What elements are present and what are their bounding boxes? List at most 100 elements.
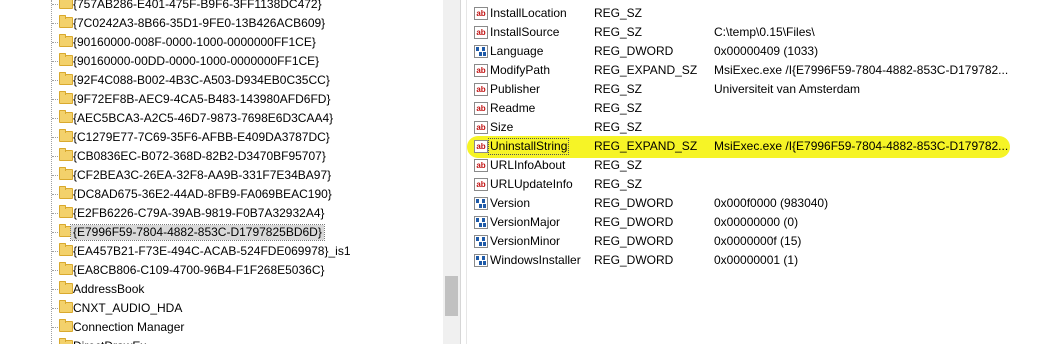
tree-item-label: AddressBook	[73, 282, 145, 296]
value-name: VersionMinor	[490, 234, 561, 248]
scrollbar-thumb[interactable]	[445, 276, 458, 316]
value-type: REG_DWORD	[594, 234, 674, 248]
binary-value-icon	[474, 254, 488, 267]
tree-item-label: {7C0242A3-8B66-35D1-9FE0-13B426ACB609}	[73, 16, 326, 30]
tree-item-label: {757AB286-E401-475F-B9F6-3FF1138DC472}	[73, 0, 322, 11]
string-value-icon: ab	[474, 102, 488, 115]
value-row[interactable]: ab URLInfoAbout REG_SZ	[467, 156, 1041, 175]
value-row[interactable]: VersionMinor REG_DWORD 0x0000000f (15)	[467, 232, 1041, 251]
value-data: 0x000f0000 (983040)	[714, 196, 829, 210]
value-type: REG_SZ	[594, 120, 643, 134]
tree-item[interactable]: DirectDrawEx	[0, 337, 443, 344]
value-type: REG_SZ	[594, 101, 643, 115]
value-row[interactable]: ab Size REG_SZ	[467, 118, 1041, 137]
tree-item[interactable]: {7C0242A3-8B66-35D1-9FE0-13B426ACB609}	[0, 14, 443, 33]
value-row[interactable]: ab UninstallString REG_EXPAND_SZ MsiExec.ex…	[467, 137, 1041, 156]
binary-value-icon	[474, 235, 488, 248]
folder-icon	[59, 72, 73, 85]
tree-item[interactable]: {90160000-00DD-0000-1000-0000000FF1CE}	[0, 52, 443, 71]
tree-item-label: CNXT_AUDIO_HDA	[73, 301, 183, 315]
folder-icon	[59, 205, 73, 218]
value-name: ModifyPath	[490, 63, 551, 77]
tree-item-label: {E2FB6226-C79A-39AB-9819-F0B7A32932A4}	[73, 206, 325, 220]
folder-icon	[59, 300, 73, 313]
value-row[interactable]: ab URLUpdateInfo REG_SZ	[467, 175, 1041, 194]
tree-item[interactable]: {E7996F59-7804-4882-853C-D1797825BD6D}	[0, 223, 443, 242]
tree-item[interactable]: CNXT_AUDIO_HDA	[0, 299, 443, 318]
string-value-icon: ab	[474, 178, 488, 191]
tree-item-label: {90160000-008F-0000-1000-0000000FF1CE}	[73, 35, 316, 49]
folder-icon	[59, 281, 73, 294]
value-row[interactable]: ab InstallSource REG_SZ C:\temp\0.15\Files\	[467, 23, 1041, 42]
value-row[interactable]: ab InstallLocation REG_SZ	[467, 4, 1041, 23]
string-value-icon: ab	[474, 26, 488, 39]
value-row[interactable]: ab ModifyPath REG_EXPAND_SZ MsiExec.exe /I{…	[467, 61, 1041, 80]
tree-item[interactable]: {90160000-008F-0000-1000-0000000FF1CE}	[0, 33, 443, 52]
tree-item[interactable]: {C1279E77-7C69-35F6-AFBB-E409DA3787DC}	[0, 128, 443, 147]
tree-item[interactable]: {EA8CB806-C109-4700-96B4-F1F268E5036C}	[0, 261, 443, 280]
value-name: Language	[490, 44, 544, 58]
tree-item-label: {90160000-00DD-0000-1000-0000000FF1CE}	[73, 54, 320, 68]
tree-item[interactable]: {CB0836EC-B072-368D-82B2-D3470BF95707}	[0, 147, 443, 166]
string-value-icon: ab	[474, 7, 488, 20]
value-data: Universiteit van Amsterdam	[714, 82, 861, 96]
value-name: UninstallString	[487, 138, 570, 155]
value-name: Publisher	[490, 82, 541, 96]
folder-icon	[59, 262, 73, 275]
value-type: REG_DWORD	[594, 44, 674, 58]
tree-item[interactable]: {9F72EF8B-AEC9-4CA5-B483-143980AFD6FD}	[0, 90, 443, 109]
value-type: REG_SZ	[594, 158, 643, 172]
folder-icon	[59, 167, 73, 180]
tree-item[interactable]: AddressBook	[0, 280, 443, 299]
binary-value-icon	[474, 216, 488, 229]
value-row[interactable]: ab Publisher REG_SZ Universiteit van Amster…	[467, 80, 1041, 99]
string-value-icon: ab	[474, 121, 488, 134]
tree-item-label: {92F4C088-B002-4B3C-A503-D934EB0C35CC}	[73, 73, 330, 87]
pane-splitter[interactable]	[460, 0, 467, 344]
tree-item[interactable]: {CF2BEA3C-26EA-32F8-AA9B-331F7E34BA97}	[0, 166, 443, 185]
value-name: VersionMajor	[490, 215, 561, 229]
registry-values-list[interactable]: ab InstallLocation REG_SZ ab InstallSource RE…	[467, 0, 1041, 344]
value-data: 0x0000000f (15)	[714, 234, 802, 248]
tree-item[interactable]: {DC8AD675-36E2-44AD-8FB9-FA069BEAC190}	[0, 185, 443, 204]
tree-scrollbar[interactable]	[443, 0, 460, 344]
tree-item[interactable]: Connection Manager	[0, 318, 443, 337]
value-name: Version	[490, 196, 531, 210]
folder-icon	[59, 0, 73, 9]
tree-item[interactable]: {757AB286-E401-475F-B9F6-3FF1138DC472}	[0, 0, 443, 14]
folder-icon	[59, 91, 73, 104]
value-data: 0x00000409 (1033)	[714, 44, 819, 58]
value-name: URLUpdateInfo	[490, 177, 573, 191]
tree-item[interactable]: {AEC5BCA3-A2C5-46D7-9873-7698E6D3CAA4}	[0, 109, 443, 128]
tree-item[interactable]: {92F4C088-B002-4B3C-A503-D934EB0C35CC}	[0, 71, 443, 90]
value-name: URLInfoAbout	[490, 158, 566, 172]
value-name: InstallSource	[490, 25, 560, 39]
value-row[interactable]: ab Readme REG_SZ	[467, 99, 1041, 118]
value-row[interactable]: VersionMajor REG_DWORD 0x00000000 (0)	[467, 213, 1041, 232]
folder-icon	[59, 34, 73, 47]
value-name: WindowsInstaller	[490, 253, 581, 267]
value-row[interactable]: Language REG_DWORD 0x00000409 (1033)	[467, 42, 1041, 61]
value-type: REG_SZ	[594, 177, 643, 191]
tree-item[interactable]: {E2FB6226-C79A-39AB-9819-F0B7A32932A4}	[0, 204, 443, 223]
value-data: MsiExec.exe /I{E7996F59-7804-4882-853C-D…	[714, 63, 1009, 77]
value-data: 0x00000001 (1)	[714, 253, 799, 267]
tree-item-label: {EA457B21-F73E-494C-ACAB-524FDE069978}_i…	[73, 244, 351, 258]
string-value-icon: ab	[474, 159, 488, 172]
tree-item-label: {9F72EF8B-AEC9-4CA5-B483-143980AFD6FD}	[73, 92, 331, 106]
value-type: REG_EXPAND_SZ	[594, 139, 698, 153]
tree-item-label: {E7996F59-7804-4882-853C-D1797825BD6D}	[70, 224, 325, 241]
value-type: REG_DWORD	[594, 215, 674, 229]
value-type: REG_SZ	[594, 6, 643, 20]
value-row[interactable]: Version REG_DWORD 0x000f0000 (983040)	[467, 194, 1041, 213]
value-row[interactable]: WindowsInstaller REG_DWORD 0x00000001 (1)	[467, 251, 1041, 270]
binary-value-icon	[474, 45, 488, 58]
registry-key-tree[interactable]: {757AB286-E401-475F-B9F6-3FF1138DC472} {7…	[0, 0, 443, 344]
tree-item[interactable]: {EA457B21-F73E-494C-ACAB-524FDE069978}_i…	[0, 242, 443, 261]
tree-item-label: {DC8AD675-36E2-44AD-8FB9-FA069BEAC190}	[73, 187, 332, 201]
folder-icon	[59, 53, 73, 66]
tree-item-label: {EA8CB806-C109-4700-96B4-F1F268E5036C}	[73, 263, 325, 277]
folder-icon	[59, 319, 73, 332]
string-value-icon: ab	[474, 140, 488, 153]
folder-icon	[59, 186, 73, 199]
